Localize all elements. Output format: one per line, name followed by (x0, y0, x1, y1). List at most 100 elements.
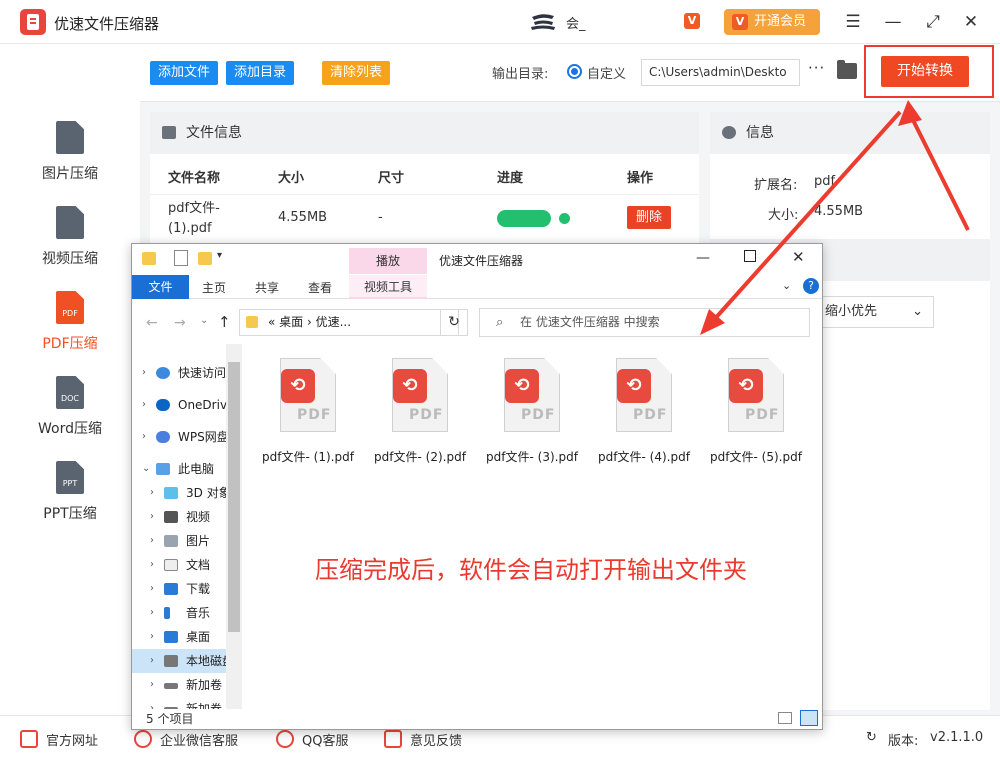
clear-list-button[interactable]: 清除列表 (322, 61, 391, 85)
pdf-file-icon: ⟲ PDF (616, 358, 672, 432)
file-info-header: 文件信息 (150, 112, 699, 154)
ribbon-tab-file[interactable]: 文件 (132, 275, 189, 299)
sidebar: 图片压缩 视频压缩 PDF PDF压缩 DOC Word压缩 PPT PPT压缩 (0, 44, 140, 715)
folder-icon (142, 252, 156, 265)
search-input[interactable]: ⌕ 在 优速文件压缩器 中搜索 (479, 308, 810, 337)
more-options-icon[interactable]: ··· (808, 59, 825, 77)
ribbon-tab-view[interactable]: 查看 (308, 279, 332, 296)
website-link[interactable]: 官方网址 (46, 730, 98, 749)
vip-button-label: 开通会员 (754, 14, 807, 29)
compression-mode-select[interactable]: 缩小优先 ⌄ (814, 296, 934, 328)
desktop-icon (164, 631, 178, 643)
gear-icon (722, 126, 736, 139)
sidebar-item-label: PPT压缩 (43, 506, 97, 522)
maximize-icon[interactable]: ⤢ (922, 11, 944, 33)
search-icon: ⌕ (496, 315, 504, 330)
progress-bar (497, 210, 551, 227)
cloud-icon (156, 431, 170, 443)
file-size-cell: 4.55MB (278, 210, 328, 225)
drive-icon (164, 707, 178, 709)
pdf-file-icon: ⟲ PDF (728, 358, 784, 432)
music-icon (164, 607, 170, 619)
navigation-scrollbar[interactable] (226, 344, 242, 709)
add-file-button[interactable]: 添加文件 (150, 61, 219, 85)
sidebar-item-pdf[interactable]: PDF PDF压缩 (0, 291, 140, 376)
user-name[interactable]: 会_ (566, 13, 586, 32)
file-name: pdf文件- (4).pdf (598, 450, 690, 464)
column-header-action: 操作 (627, 171, 654, 186)
ribbon-tabs: 文件 主页 共享 查看 视频工具 ⌄ ? (132, 275, 822, 299)
file-info-title: 文件信息 (186, 125, 242, 141)
forward-arrow-icon[interactable]: → (174, 315, 186, 331)
menu-icon[interactable]: ☰ (842, 11, 864, 33)
sidebar-item-label: Word压缩 (38, 421, 102, 437)
address-bar[interactable]: « 桌面 › 优速... (239, 309, 459, 336)
close-icon[interactable]: ✕ (960, 11, 982, 33)
history-icon: ↻ (866, 730, 877, 745)
start-convert-button[interactable]: 开始转换 (881, 56, 969, 87)
annotation-text: 压缩完成后，软件会自动打开输出文件夹 (315, 556, 747, 584)
details-view-icon[interactable] (778, 712, 792, 724)
sidebar-item-label: 图片压缩 (42, 166, 98, 182)
wechat-icon (134, 730, 152, 748)
wechat-support-link[interactable]: 企业微信客服 (160, 730, 238, 749)
column-header-progress: 进度 (497, 171, 524, 186)
custom-output-radio[interactable] (567, 64, 582, 79)
add-directory-button[interactable]: 添加目录 (226, 61, 295, 85)
recent-dropdown-icon[interactable]: ⌄ (200, 315, 208, 326)
file-item[interactable]: ⟲ PDF pdf文件- (2).pdf (364, 356, 476, 471)
tab-context-play[interactable]: 播放 (349, 248, 427, 274)
ribbon-tab-share[interactable]: 共享 (255, 279, 279, 296)
version-value: v2.1.1.0 (930, 730, 984, 745)
close-icon[interactable]: ✕ (792, 248, 805, 266)
file-item[interactable]: ⟲ PDF pdf文件- (1).pdf (252, 356, 364, 471)
new-folder-icon[interactable] (198, 252, 212, 265)
info-title: 信息 (746, 125, 774, 141)
sidebar-item-word[interactable]: DOC Word压缩 (0, 376, 140, 461)
column-header-name: 文件名称 (168, 171, 221, 186)
quick-access-dropdown-icon[interactable]: ▾ (217, 250, 222, 261)
size-value: 4.55MB (814, 204, 864, 219)
chevron-down-icon[interactable]: ⌄ (782, 279, 791, 292)
cloud-icon (156, 399, 170, 411)
extension-label: 扩展名: (754, 178, 798, 193)
folder-icon[interactable] (837, 60, 857, 79)
image-icon (162, 126, 176, 139)
ribbon-tab-home[interactable]: 主页 (202, 279, 226, 296)
custom-output-label[interactable]: 自定义 (587, 63, 626, 82)
explorer-title: 优速文件压缩器 (439, 254, 524, 268)
file-item[interactable]: ⟲ PDF pdf文件- (5).pdf (700, 356, 812, 471)
up-arrow-icon[interactable]: ↑ (218, 313, 231, 331)
user-avatar-icon[interactable] (528, 12, 558, 32)
large-icons-view-icon[interactable] (800, 710, 818, 726)
file-name: pdf文件- (1).pdf (262, 450, 354, 464)
refresh-icon[interactable]: ↻ (440, 309, 468, 336)
vip-icon: V (732, 14, 748, 30)
properties-icon[interactable] (174, 250, 188, 266)
minimize-icon[interactable]: — (882, 11, 904, 33)
vip-button[interactable]: V 开通会员 (724, 9, 820, 35)
maximize-icon[interactable] (744, 250, 756, 262)
file-item[interactable]: ⟲ PDF pdf文件- (4).pdf (588, 356, 700, 471)
sidebar-item-video[interactable]: 视频压缩 (0, 206, 140, 291)
output-path-field[interactable]: C:\Users\admin\Deskto (641, 59, 800, 86)
pdf-file-icon: ⟲ PDF (392, 358, 448, 432)
ribbon-tab-video-tools[interactable]: 视频工具 (349, 275, 427, 299)
help-icon[interactable]: ? (803, 278, 819, 294)
website-icon (20, 730, 38, 748)
file-dims-cell: - (378, 210, 383, 225)
drive-icon (164, 683, 178, 689)
back-arrow-icon[interactable]: ← (146, 315, 158, 331)
qq-support-link[interactable]: QQ客服 (302, 730, 348, 749)
video-file-icon (56, 206, 84, 239)
computer-icon (156, 463, 170, 475)
minimize-icon[interactable]: — (696, 250, 710, 266)
size-label: 大小: (768, 208, 799, 223)
sidebar-item-image[interactable]: 图片压缩 (0, 121, 140, 206)
check-icon (559, 213, 570, 224)
delete-button[interactable]: 删除 (627, 206, 671, 229)
feedback-link[interactable]: 意见反馈 (410, 730, 462, 749)
file-item[interactable]: ⟲ PDF pdf文件- (3).pdf (476, 356, 588, 471)
cube-icon (164, 487, 178, 499)
sidebar-item-ppt[interactable]: PPT PPT压缩 (0, 461, 140, 546)
